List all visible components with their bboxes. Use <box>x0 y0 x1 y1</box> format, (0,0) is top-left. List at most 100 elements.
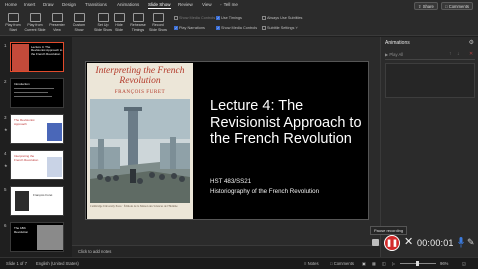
custom-show-icon <box>73 13 85 22</box>
animations-pane-title: Animations <box>385 40 410 46</box>
move-up-icon[interactable]: ↑ <box>449 51 452 57</box>
presenter-view-button[interactable]: Presenter View <box>46 13 68 32</box>
fit-to-window-icon[interactable]: ◲ <box>462 261 466 266</box>
thumbnail-slide-6[interactable]: The 18th Revolution <box>10 222 64 252</box>
thumbnail-number: 3 <box>4 115 7 120</box>
presenter-view-icon <box>51 13 63 22</box>
checkbox[interactable] <box>262 26 266 30</box>
play-all-button[interactable]: ▶ Play All <box>385 52 403 57</box>
thumbnail-text-line <box>14 96 52 97</box>
tab-animations[interactable]: Animations <box>117 2 139 7</box>
thumbnail-number: 5 <box>4 187 7 192</box>
normal-view-icon[interactable]: ▣ <box>362 261 366 266</box>
slide-course-code[interactable]: HST 483/SS21 <box>210 178 251 185</box>
slide-sorter-icon[interactable]: ▦ <box>372 261 376 266</box>
book-publisher: Cambridge University Press · Éditions de… <box>90 205 178 208</box>
option-show-media-controls[interactable]: ✓Show Media Controls <box>216 26 257 30</box>
tab-review[interactable]: Review <box>178 2 193 7</box>
thumbnail-title: Introduction <box>14 82 30 86</box>
menu-bar: Home Insert Draw Design Transitions Anim… <box>0 0 478 12</box>
tell-me-search[interactable]: ◦ Tell me <box>220 2 238 7</box>
thumbnail-title: The 18th Revolution <box>14 226 29 234</box>
option-subtitle-settings[interactable]: Subtitle Settings ˅ <box>262 26 298 30</box>
comments-button[interactable]: □ Comments <box>441 2 473 10</box>
slide-title[interactable]: Lecture 4: The Revisionist Approach to t… <box>210 98 370 148</box>
thumbnail-text-line <box>14 88 54 89</box>
checkbox[interactable] <box>262 16 266 20</box>
thumbnail-slide-2[interactable]: Introduction <box>10 78 64 108</box>
hide-slide-icon <box>113 13 125 22</box>
checkbox[interactable] <box>174 16 178 20</box>
status-bar: Slide 1 of 7 English (United States) ≡ N… <box>0 257 478 269</box>
notes-pane[interactable]: Click to add notes <box>72 245 380 257</box>
lightbulb-icon: ◦ <box>220 2 222 7</box>
thumbnail-slide-5[interactable]: François Furet <box>10 186 64 216</box>
tab-design[interactable]: Design <box>62 2 76 7</box>
tab-transitions[interactable]: Transitions <box>85 2 107 7</box>
recording-controls: ❚❚ ✕ 00:00:01 ✎ <box>364 234 478 252</box>
notes-icon: ≡ <box>304 261 307 266</box>
tab-view[interactable]: View <box>202 2 212 7</box>
thumbnail-number: 4 <box>4 151 7 156</box>
checkbox-checked[interactable]: ✓ <box>216 16 220 20</box>
checkbox-checked[interactable]: ✓ <box>174 26 178 30</box>
slide-show-icon[interactable]: ▷ <box>392 261 395 266</box>
notes-toggle[interactable]: ≡ Notes <box>304 261 319 266</box>
pause-recording-button[interactable]: ❚❚ <box>384 235 400 251</box>
share-icon: ⇧ <box>418 4 422 9</box>
zoom-level[interactable]: 96% <box>440 261 448 266</box>
tab-slide-show[interactable]: Slide Show <box>148 2 171 9</box>
move-down-icon[interactable]: ↓ <box>457 51 460 57</box>
thumbnail-title: The Revisionist Approach <box>14 118 35 126</box>
chevron-down-icon: ˅ <box>295 26 298 30</box>
delete-icon[interactable]: ✕ <box>469 51 473 57</box>
gear-icon[interactable]: ⚙ <box>469 39 474 46</box>
share-button[interactable]: ⇧ Share <box>414 2 438 10</box>
option-show-media-controls-dim[interactable]: Show Media Controls <box>174 16 215 20</box>
thumbnail-title: Lecture 4: The Revisionist Approach to t… <box>31 45 63 56</box>
thumbnail-image <box>47 123 62 141</box>
thumbnail-slide-1[interactable]: Lecture 4: The Revisionist Approach to t… <box>10 42 64 72</box>
animations-toolbar: ▶ Play All ↑ ↓ ✕ <box>385 51 475 60</box>
ribbon: Play from Start Play from Current Slide … <box>0 12 478 36</box>
custom-show-button[interactable]: Custom Show <box>68 13 90 32</box>
animations-list[interactable] <box>385 63 475 98</box>
tab-draw[interactable]: Draw <box>43 2 54 7</box>
thumbnail-title: François Furet <box>33 193 53 197</box>
book-illustration <box>90 99 190 203</box>
pen-icon[interactable]: ✎ <box>467 237 475 248</box>
comments-toggle[interactable]: □ Comments <box>330 261 354 266</box>
play-from-start-button[interactable]: Play from Start <box>2 13 24 32</box>
stop-icon[interactable] <box>372 239 379 246</box>
slide-canvas[interactable]: Interpreting the French Revolution FRANÇ… <box>85 61 369 220</box>
slide-counter: Slide 1 of 7 <box>6 261 27 266</box>
checkbox-checked[interactable]: ✓ <box>216 26 220 30</box>
notes-placeholder: Click to add notes <box>78 249 112 254</box>
close-icon[interactable]: ✕ <box>404 236 413 248</box>
tab-insert[interactable]: Insert <box>24 2 35 7</box>
reading-view-icon[interactable]: ◫ <box>382 261 386 266</box>
option-always-use-subtitles[interactable]: Always Use Subtitles <box>262 16 302 20</box>
play-current-slide-button[interactable]: Play from Current Slide <box>24 13 46 32</box>
thumbnail-image <box>47 157 62 177</box>
tab-home[interactable]: Home <box>5 2 17 7</box>
thumbnail-slide-4[interactable]: Interpreting the French Revolution <box>10 150 64 180</box>
play-icon: ▶ <box>385 52 389 57</box>
microphone-icon[interactable] <box>458 237 464 248</box>
rehearse-timings-icon <box>132 13 144 22</box>
record-slide-show-icon <box>152 13 164 22</box>
rehearse-timings-button[interactable]: Rehearse Timings <box>127 13 149 32</box>
slide-subtitle[interactable]: Historiography of the French Revolution <box>210 188 319 195</box>
thumbnail-portrait <box>15 191 29 211</box>
option-use-timings[interactable]: ✓Use Timings <box>216 16 242 20</box>
slide-thumbnails-pane: 1 Lecture 4: The Revisionist Approach to… <box>0 37 72 269</box>
animations-pane: Animations ⚙ ▶ Play All ↑ ↓ ✕ <box>380 37 478 257</box>
thumbnail-number: 2 <box>4 79 7 84</box>
record-slide-show-button[interactable]: Record Slide Show <box>147 13 169 32</box>
zoom-slider-handle[interactable] <box>416 261 419 266</box>
language-indicator[interactable]: English (United States) <box>36 261 79 266</box>
comment-icon: □ <box>445 4 448 9</box>
comment-icon: □ <box>330 261 333 266</box>
option-play-narrations[interactable]: ✓Play Narrations <box>174 26 205 30</box>
thumbnail-slide-3[interactable]: The Revisionist Approach <box>10 114 64 144</box>
